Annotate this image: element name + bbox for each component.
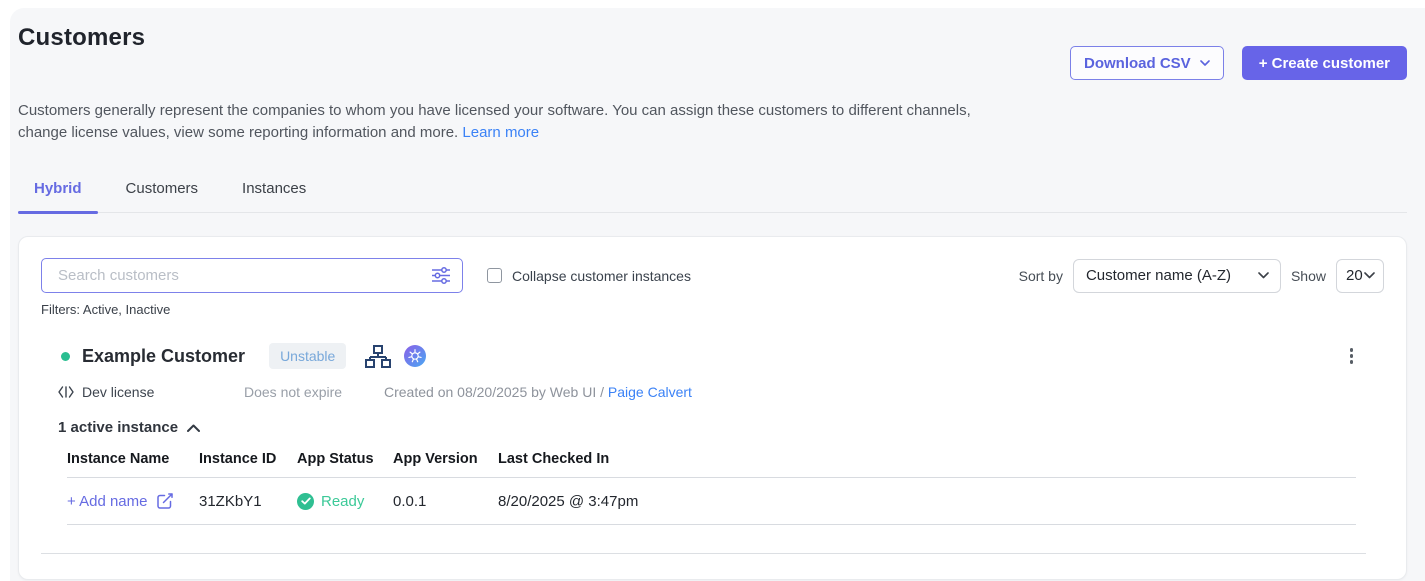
col-instance-name: Instance Name <box>67 451 199 467</box>
add-name-label: + Add name <box>67 493 147 510</box>
license-expiry-label: Does not expire <box>244 384 384 400</box>
edit-pencil-icon[interactable] <box>156 492 174 510</box>
app-status-value: Ready <box>297 493 393 510</box>
license-type-label: Dev license <box>82 384 154 400</box>
tab-customers[interactable]: Customers <box>110 180 215 212</box>
instance-id-value: 31ZKbY1 <box>199 493 297 510</box>
instance-table-row: + Add name 31ZKbY1 <box>67 478 1356 525</box>
sort-select[interactable]: Customer name (A-Z) <box>1073 259 1281 293</box>
show-select-value: 20 <box>1346 267 1363 284</box>
show-label: Show <box>1291 268 1326 284</box>
collapse-instances-control[interactable]: Collapse customer instances <box>487 268 691 284</box>
col-instance-id: Instance ID <box>199 451 297 467</box>
app-version-value: 0.0.1 <box>393 493 498 510</box>
created-by-text: Created on 08/20/2025 by Web UI / Paige … <box>384 384 692 400</box>
chevron-down-icon <box>1200 60 1210 66</box>
instance-table-header: Instance Name Instance ID App Status App… <box>67 451 1356 478</box>
download-csv-label: Download CSV <box>1084 55 1191 72</box>
filter-sliders-icon[interactable] <box>431 267 451 284</box>
page-background: Customers Download CSV + Create customer… <box>10 8 1425 581</box>
created-by-link[interactable]: Paige Calvert <box>608 384 692 400</box>
chevron-down-icon <box>1364 272 1375 279</box>
customer-actions-menu-button[interactable] <box>1346 344 1358 368</box>
license-meta-row: Dev license Does not expire Created on 0… <box>41 384 1384 400</box>
chevron-down-icon <box>1258 272 1269 279</box>
sort-by-label: Sort by <box>1019 268 1063 284</box>
sitemap-icon <box>365 345 391 368</box>
create-customer-label: + Create customer <box>1259 55 1390 72</box>
active-filters-text: Filters: Active, Inactive <box>41 302 1384 317</box>
col-last-checked-in: Last Checked In <box>498 451 1356 467</box>
page-description: Customers generally represent the compan… <box>18 100 976 144</box>
download-csv-button[interactable]: Download CSV <box>1070 46 1224 80</box>
tab-hybrid[interactable]: Hybrid <box>18 180 98 212</box>
col-app-version: App Version <box>393 451 498 467</box>
col-app-status: App Status <box>297 451 393 467</box>
tab-bar: Hybrid Customers Instances <box>18 180 1407 213</box>
channel-badge: Unstable <box>269 343 346 369</box>
instances-toggle[interactable]: 1 active instance <box>41 419 200 436</box>
customer-section-divider <box>41 553 1366 554</box>
card-toolbar: Collapse customer instances Sort by Cust… <box>41 258 1384 293</box>
page-title: Customers <box>18 24 145 52</box>
app-status-label: Ready <box>321 493 364 510</box>
customer-active-dot <box>61 352 70 361</box>
add-instance-name-button[interactable]: + Add name <box>67 492 199 510</box>
learn-more-link[interactable]: Learn more <box>462 124 539 141</box>
created-on-text: Created on 08/20/2025 by Web UI / <box>384 384 604 400</box>
instance-table: Instance Name Instance ID App Status App… <box>67 451 1356 525</box>
last-checked-in-value: 8/20/2025 @ 3:47pm <box>498 493 1356 510</box>
create-customer-button[interactable]: + Create customer <box>1242 46 1407 80</box>
search-input[interactable] <box>56 266 431 285</box>
customer-name-link[interactable]: Example Customer <box>82 346 245 367</box>
check-circle-icon <box>297 493 314 510</box>
code-icon <box>58 386 74 398</box>
chevron-up-icon <box>187 424 200 432</box>
show-select[interactable]: 20 <box>1336 259 1384 293</box>
search-box <box>41 258 463 293</box>
tab-instances[interactable]: Instances <box>226 180 322 212</box>
collapse-instances-checkbox[interactable] <box>487 268 502 283</box>
sort-select-value: Customer name (A-Z) <box>1086 267 1231 284</box>
page-header: Customers Download CSV + Create customer <box>18 24 1407 80</box>
kubernetes-icon <box>404 345 426 367</box>
instances-summary-label: 1 active instance <box>58 419 178 436</box>
customer-row: Example Customer Unstable <box>41 343 1384 369</box>
customers-card: Collapse customer instances Sort by Cust… <box>18 236 1407 580</box>
collapse-instances-label: Collapse customer instances <box>512 268 691 284</box>
